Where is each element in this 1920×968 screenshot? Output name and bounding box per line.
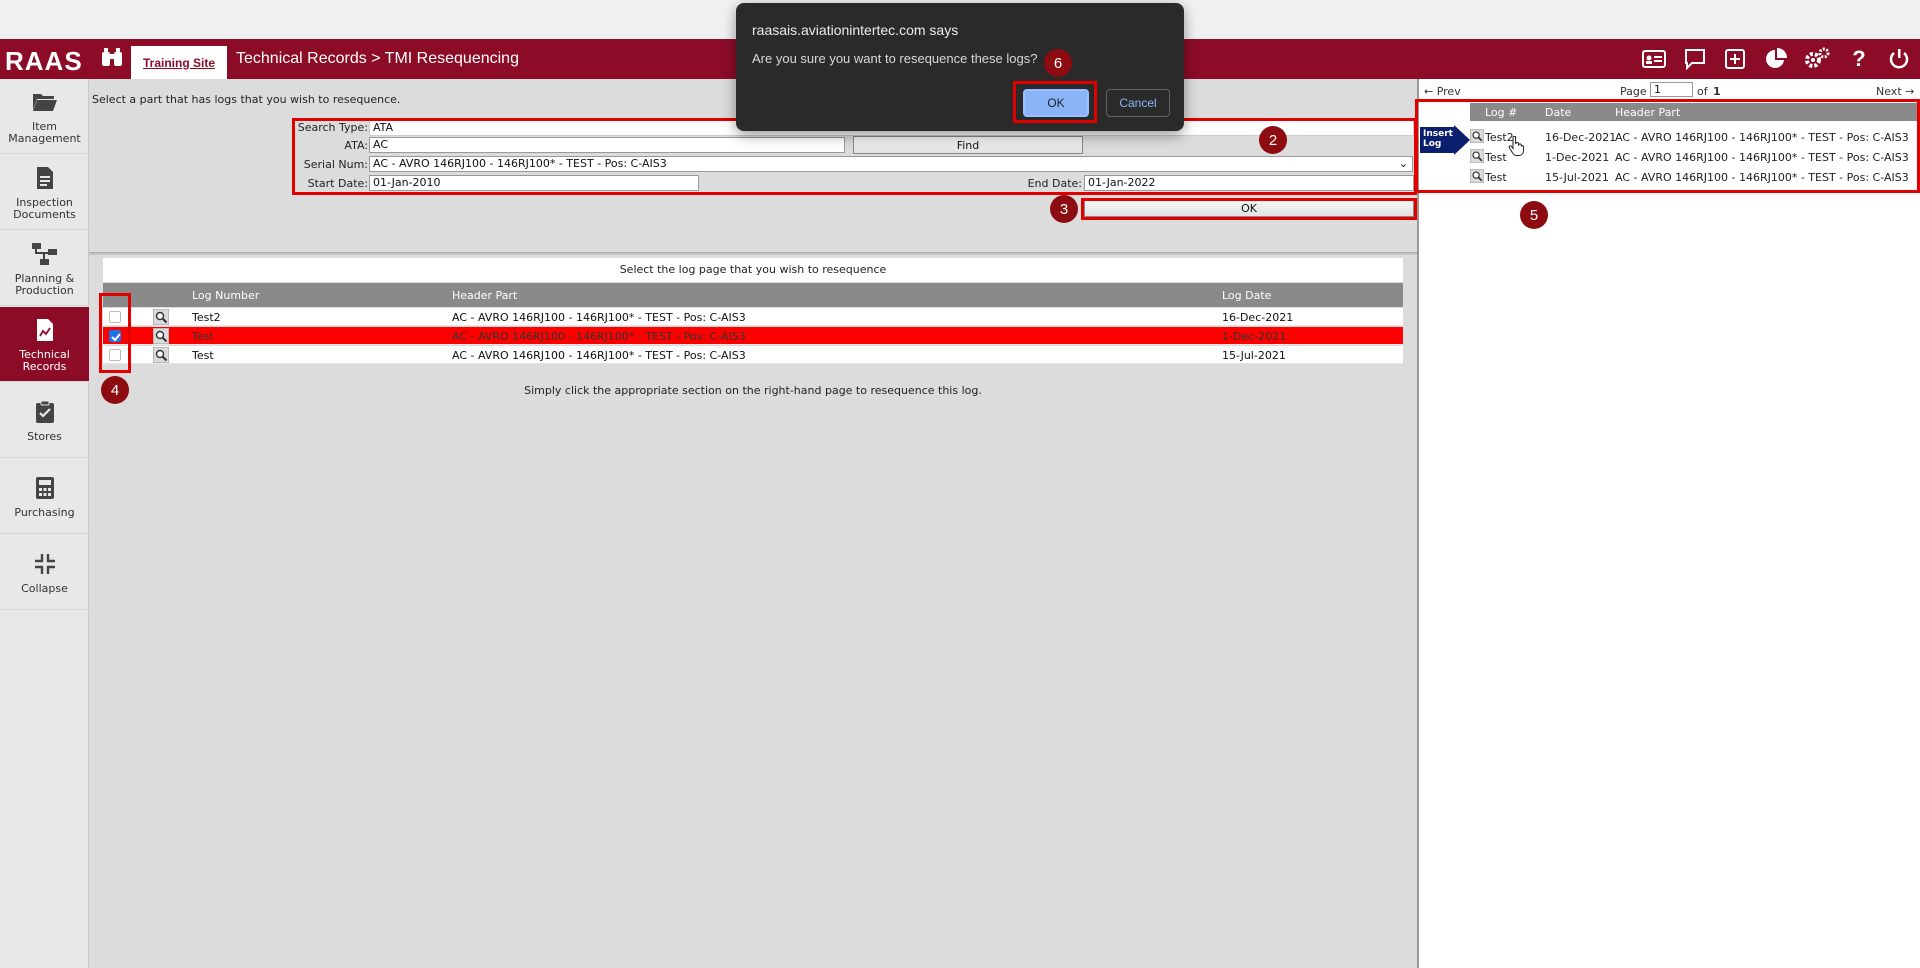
sidebar-item-collapse[interactable]: Collapse [0, 535, 89, 610]
log-table-header: Log Number Header Part Log Date [103, 283, 1403, 307]
instruction-text: Select a part that has logs that you wis… [92, 93, 401, 106]
sidebar-item-label: Inspection Documents [13, 195, 76, 221]
id-card-icon[interactable] [1640, 45, 1668, 73]
sidebar-item-purchasing[interactable]: Purchasing [0, 459, 89, 534]
sidebar-item-label: Collapse [21, 581, 68, 595]
magnifier-icon[interactable] [152, 308, 170, 326]
page-total: 1 [1713, 85, 1721, 98]
confirm-dialog: raasais.aviationintertec.com says Are yo… [736, 3, 1184, 131]
column-header-log-number: Log Number [192, 289, 260, 302]
compress-icon [31, 550, 59, 578]
table-row[interactable]: Test2 AC - AVRO 146RJ100 - 146RJ100* - T… [103, 308, 1403, 326]
sidebar-item-label: Stores [27, 429, 62, 443]
sidebar-item-label: Purchasing [14, 505, 75, 519]
sidebar-item-label: Planning & Production [14, 271, 75, 297]
calculator-icon [31, 474, 59, 502]
log-date-cell: 16-Dec-2021 [1222, 311, 1294, 324]
raas-logo[interactable]: RAAS [5, 46, 83, 77]
magnifier-icon[interactable] [152, 346, 170, 364]
plus-square-icon[interactable] [1721, 45, 1749, 73]
chart-file-icon [31, 316, 59, 344]
folder-open-icon [31, 88, 59, 116]
log-number-cell: Test [192, 349, 214, 362]
site-tab[interactable]: Training Site [131, 46, 227, 79]
annotation-box-dialog-ok [1013, 81, 1097, 123]
annotation-box-right-table [1415, 99, 1920, 193]
header-part-cell: AC - AVRO 146RJ100 - 146RJ100* - TEST - … [452, 311, 746, 324]
log-table-caption: Select the log page that you wish to res… [103, 258, 1403, 282]
column-header-header-part: Header Part [452, 289, 518, 302]
document-icon [31, 164, 59, 192]
gears-icon[interactable] [1803, 45, 1831, 73]
sidebar-item-label: Item Management [8, 119, 81, 145]
sidebar-item-stores[interactable]: Stores [0, 383, 89, 458]
table-row-selected[interactable]: Test AC - AVRO 146RJ100 - 146RJ100* - TE… [103, 327, 1403, 345]
dialog-title: raasais.aviationintertec.com says [752, 22, 959, 38]
help-icon[interactable]: ? [1845, 45, 1873, 73]
log-date-cell: 1-Dec-2021 [1222, 330, 1287, 343]
page-label: Page [1620, 85, 1647, 98]
breadcrumb: Technical Records > TMI Resequencing [236, 50, 519, 67]
sidebar-item-inspection-documents[interactable]: Inspection Documents [0, 155, 89, 230]
column-header-log-date: Log Date [1222, 289, 1272, 302]
sidebar-item-planning-production[interactable]: Planning & Production [0, 231, 89, 306]
page-input[interactable]: 1 [1650, 82, 1693, 97]
clipboard-check-icon [31, 398, 59, 426]
annotation-badge-3: 3 [1050, 195, 1078, 223]
pie-chart-icon[interactable] [1762, 45, 1790, 73]
dialog-message: Are you sure you want to resequence thes… [752, 51, 1038, 66]
annotation-badge-5: 5 [1520, 201, 1548, 229]
power-icon[interactable] [1885, 45, 1913, 73]
next-link[interactable]: Next → [1876, 85, 1914, 98]
panel-divider [89, 252, 1417, 255]
annotation-badge-6: 6 [1044, 49, 1072, 77]
workflow-icon [31, 240, 59, 268]
binoculars-icon[interactable] [100, 46, 124, 70]
prev-link[interactable]: ← Prev [1424, 85, 1461, 98]
annotation-box-checkboxes [99, 293, 131, 373]
sidebar-item-item-management[interactable]: Item Management [0, 79, 89, 154]
dialog-cancel-button[interactable]: Cancel [1106, 89, 1170, 117]
header-part-cell: AC - AVRO 146RJ100 - 146RJ100* - TEST - … [452, 330, 746, 343]
log-number-cell: Test2 [192, 311, 221, 324]
annotation-box-ok [1081, 198, 1417, 220]
magnifier-icon[interactable] [152, 327, 170, 345]
log-date-cell: 15-Jul-2021 [1222, 349, 1286, 362]
header-part-cell: AC - AVRO 146RJ100 - 146RJ100* - TEST - … [452, 349, 746, 362]
comment-icon[interactable] [1681, 45, 1709, 73]
sidebar-item-label: Technical Records [19, 347, 70, 373]
annotation-badge-2: 2 [1259, 126, 1287, 154]
table-row[interactable]: Test AC - AVRO 146RJ100 - 146RJ100* - TE… [103, 346, 1403, 364]
page-of-label: of [1697, 85, 1708, 98]
right-panel [1417, 79, 1920, 968]
sidebar-item-technical-records[interactable]: Technical Records [0, 307, 89, 382]
log-number-cell: Test [192, 330, 214, 343]
resequence-hint: Simply click the appropriate section on … [524, 384, 982, 397]
